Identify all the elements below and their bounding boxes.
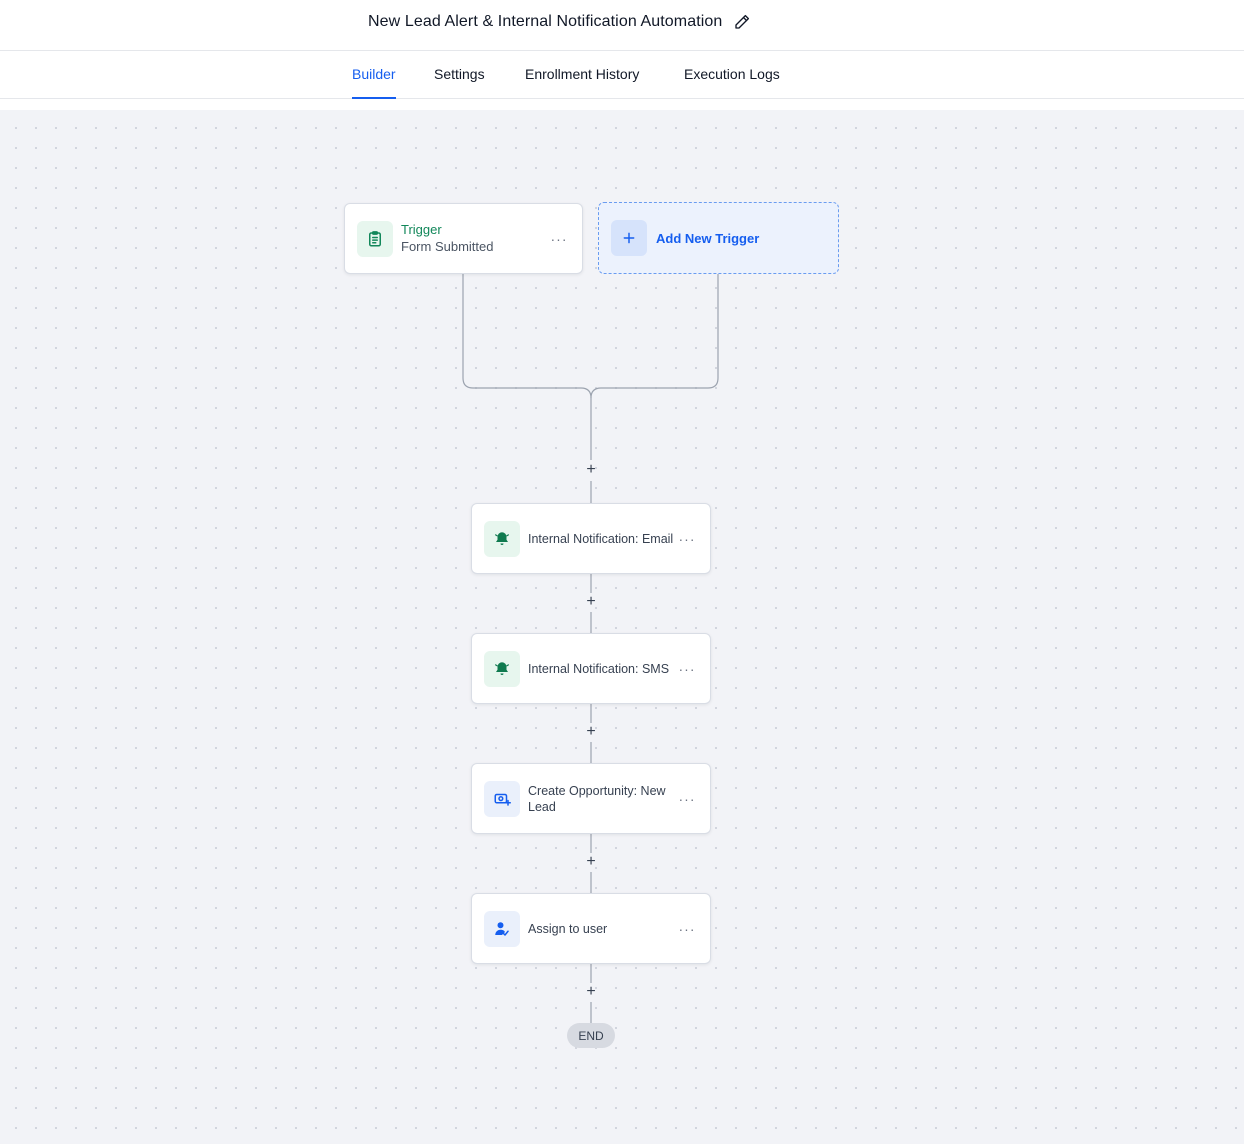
add-step-button[interactable]: + — [582, 593, 600, 611]
action-label: Internal Notification: SMS — [528, 661, 670, 676]
page-header: New Lead Alert & Internal Notification A… — [0, 0, 1244, 51]
action-menu-button[interactable]: ··· — [676, 529, 698, 549]
pencil-icon[interactable] — [733, 13, 751, 31]
action-card-create-opportunity[interactable]: Create Opportunity: New Lead ··· — [471, 763, 711, 834]
action-label: Assign to user — [528, 921, 608, 936]
action-card-assign-to-user[interactable]: Assign to user ··· — [471, 893, 711, 964]
action-menu-button[interactable]: ··· — [676, 919, 698, 939]
add-step-button[interactable]: + — [582, 853, 600, 871]
add-step-button[interactable]: + — [582, 723, 600, 741]
trigger-card[interactable]: Trigger Form Submitted ··· — [344, 203, 583, 274]
action-card-internal-notification-email[interactable]: Internal Notification: Email ··· — [471, 503, 711, 574]
plus-icon — [611, 220, 647, 256]
divider — [0, 99, 1244, 110]
add-new-trigger-label: Add New Trigger — [656, 230, 760, 246]
add-new-trigger-button[interactable]: Add New Trigger — [598, 202, 839, 274]
end-node: END — [567, 1023, 615, 1048]
tab-enrollment-history[interactable]: Enrollment History — [525, 51, 639, 99]
bell-icon — [484, 520, 520, 557]
action-menu-button[interactable]: ··· — [676, 659, 698, 679]
action-menu-button[interactable]: ··· — [676, 789, 698, 809]
workflow-title: New Lead Alert & Internal Notification A… — [368, 13, 723, 30]
trigger-subtitle: Form Submitted — [401, 238, 494, 254]
tab-builder[interactable]: Builder — [352, 51, 396, 99]
trigger-title: Trigger — [401, 221, 442, 237]
action-label: Internal Notification: Email — [528, 531, 674, 546]
action-label: Create Opportunity: New Lead — [528, 783, 666, 814]
tab-settings[interactable]: Settings — [434, 51, 485, 99]
clipboard-icon — [357, 220, 393, 257]
opportunity-icon — [484, 780, 520, 817]
action-card-internal-notification-sms[interactable]: Internal Notification: SMS ··· — [471, 633, 711, 704]
add-step-button[interactable]: + — [582, 983, 600, 1001]
user-assign-icon — [484, 910, 520, 947]
trigger-menu-button[interactable]: ··· — [548, 229, 570, 249]
tab-bar: Builder Settings Enrollment History Exec… — [0, 51, 1244, 99]
tab-execution-logs[interactable]: Execution Logs — [684, 51, 780, 99]
bell-icon — [484, 650, 520, 687]
add-step-button[interactable]: + — [582, 461, 600, 479]
